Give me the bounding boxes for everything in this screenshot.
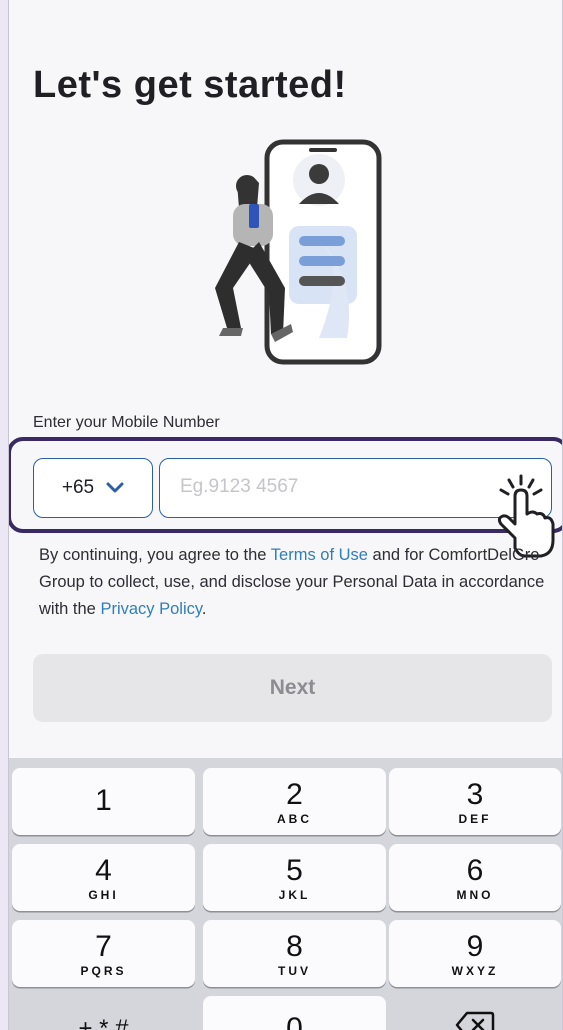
key-0[interactable]: 0 <box>203 996 386 1030</box>
key-symbols[interactable]: + * # <box>12 996 195 1030</box>
key-2-letters: ABC <box>277 812 312 826</box>
key-3-letters: DEF <box>458 812 492 826</box>
key-1[interactable]: 1 <box>12 768 195 835</box>
key-0-digit: 0 <box>286 1012 303 1030</box>
key-8-letters: TUV <box>278 964 311 978</box>
key-6-letters: MNO <box>456 888 494 902</box>
phone-person-illustration <box>215 139 382 365</box>
terms-of-use-link[interactable]: Terms of Use <box>271 546 368 564</box>
chevron-down-icon <box>106 482 124 493</box>
page-title: Let's get started! <box>33 64 347 106</box>
country-code-value: +65 <box>61 477 95 498</box>
privacy-policy-link[interactable]: Privacy Policy <box>100 600 201 618</box>
key-backspace[interactable] <box>389 996 561 1030</box>
country-code-select[interactable]: +65 <box>33 458 153 518</box>
app-screen: Let's get started! Enter your Mobile Num… <box>8 0 563 1030</box>
key-9-letters: WXYZ <box>451 964 499 978</box>
key-2-digit: 2 <box>286 778 303 811</box>
key-3[interactable]: 3 DEF <box>389 768 561 835</box>
key-6[interactable]: 6 MNO <box>389 844 561 911</box>
key-4[interactable]: 4 GHI <box>12 844 195 911</box>
key-symbols-label: + * # <box>78 1015 129 1030</box>
key-5-letters: JKL <box>278 888 311 902</box>
key-9-digit: 9 <box>466 930 484 963</box>
key-7-letters: PQRS <box>80 964 127 978</box>
key-9[interactable]: 9 WXYZ <box>389 920 561 987</box>
backspace-icon <box>455 1011 495 1030</box>
phone-number-input[interactable] <box>180 459 480 515</box>
key-1-digit: 1 <box>95 784 112 817</box>
key-8[interactable]: 8 TUV <box>203 920 386 987</box>
key-8-digit: 8 <box>286 930 303 963</box>
key-2[interactable]: 2 ABC <box>203 768 386 835</box>
key-4-letters: GHI <box>88 888 119 902</box>
key-5[interactable]: 5 JKL <box>203 844 386 911</box>
key-7[interactable]: 7 PQRS <box>12 920 195 987</box>
key-4-digit: 4 <box>95 854 112 887</box>
mobile-number-label: Enter your Mobile Number <box>33 414 220 431</box>
next-button[interactable]: Next <box>33 654 552 722</box>
consent-text: By continuing, you agree to the Terms of… <box>39 542 549 623</box>
key-3-digit: 3 <box>466 778 484 811</box>
numeric-keypad: 1 2 ABC 3 DEF 4 GHI 5 JKL 6 MNO 7 PQRS 8… <box>9 758 562 1030</box>
consent-text-part3: . <box>201 600 207 618</box>
key-5-digit: 5 <box>286 854 303 887</box>
key-6-digit: 6 <box>466 854 484 887</box>
key-7-digit: 7 <box>95 930 112 963</box>
consent-text-part1: By continuing, you agree to the <box>39 546 271 564</box>
